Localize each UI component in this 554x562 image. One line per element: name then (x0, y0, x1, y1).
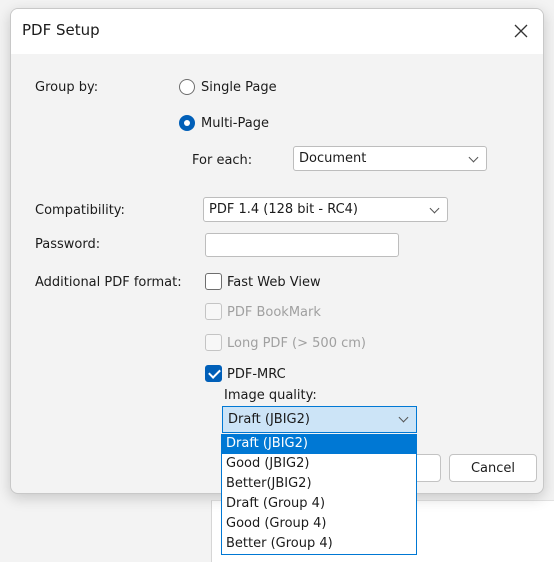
group-by-label: Group by: (35, 80, 99, 95)
dropdown-option[interactable]: Better (Group 4) (222, 535, 416, 554)
multi-page-radio[interactable] (179, 115, 195, 131)
compatibility-label: Compatibility: (35, 203, 125, 218)
long-pdf-checkbox[interactable] (205, 334, 222, 351)
close-button[interactable] (503, 15, 539, 47)
for-each-label: For each: (192, 153, 253, 168)
fast-web-view-checkbox[interactable] (205, 273, 222, 290)
for-each-value: Document (299, 151, 367, 166)
dropdown-option[interactable]: Better(JBIG2) (222, 475, 416, 494)
compatibility-value: PDF 1.4 (128 bit - RC4) (209, 202, 359, 217)
chevron-down-icon (398, 412, 409, 423)
password-input[interactable] (205, 233, 399, 257)
close-icon (514, 24, 528, 38)
image-quality-value: Draft (JBIG2) (228, 412, 310, 427)
long-pdf-label: Long PDF (> 500 cm) (227, 336, 366, 351)
title-bar: PDF Setup (11, 9, 543, 54)
additional-pdf-format-label: Additional PDF format: (35, 275, 182, 290)
pdf-bookmark-label: PDF BookMark (227, 305, 321, 320)
multi-page-label[interactable]: Multi-Page (201, 116, 269, 131)
for-each-select[interactable]: Document (293, 146, 487, 171)
pdf-mrc-checkbox[interactable] (205, 365, 222, 382)
dropdown-option[interactable]: Good (Group 4) (222, 515, 416, 534)
single-page-radio[interactable] (179, 79, 195, 95)
dropdown-option[interactable]: Draft (Group 4) (222, 495, 416, 514)
fast-web-view-label[interactable]: Fast Web View (227, 275, 321, 290)
chevron-down-icon (429, 203, 440, 214)
cancel-button[interactable]: Cancel (449, 454, 537, 482)
pdf-bookmark-checkbox[interactable] (205, 303, 222, 320)
dropdown-option[interactable]: Good (JBIG2) (222, 455, 416, 474)
single-page-label[interactable]: Single Page (201, 80, 277, 95)
image-quality-label: Image quality: (224, 388, 317, 403)
dialog-title: PDF Setup (22, 21, 100, 39)
image-quality-dropdown: Draft (JBIG2) Good (JBIG2) Better(JBIG2)… (221, 434, 417, 555)
password-label: Password: (35, 237, 101, 252)
compatibility-select[interactable]: PDF 1.4 (128 bit - RC4) (203, 197, 448, 222)
pdf-mrc-label[interactable]: PDF-MRC (227, 367, 286, 382)
image-quality-select[interactable]: Draft (JBIG2) (222, 406, 417, 433)
chevron-down-icon (468, 152, 479, 163)
dropdown-option[interactable]: Draft (JBIG2) (222, 435, 416, 454)
